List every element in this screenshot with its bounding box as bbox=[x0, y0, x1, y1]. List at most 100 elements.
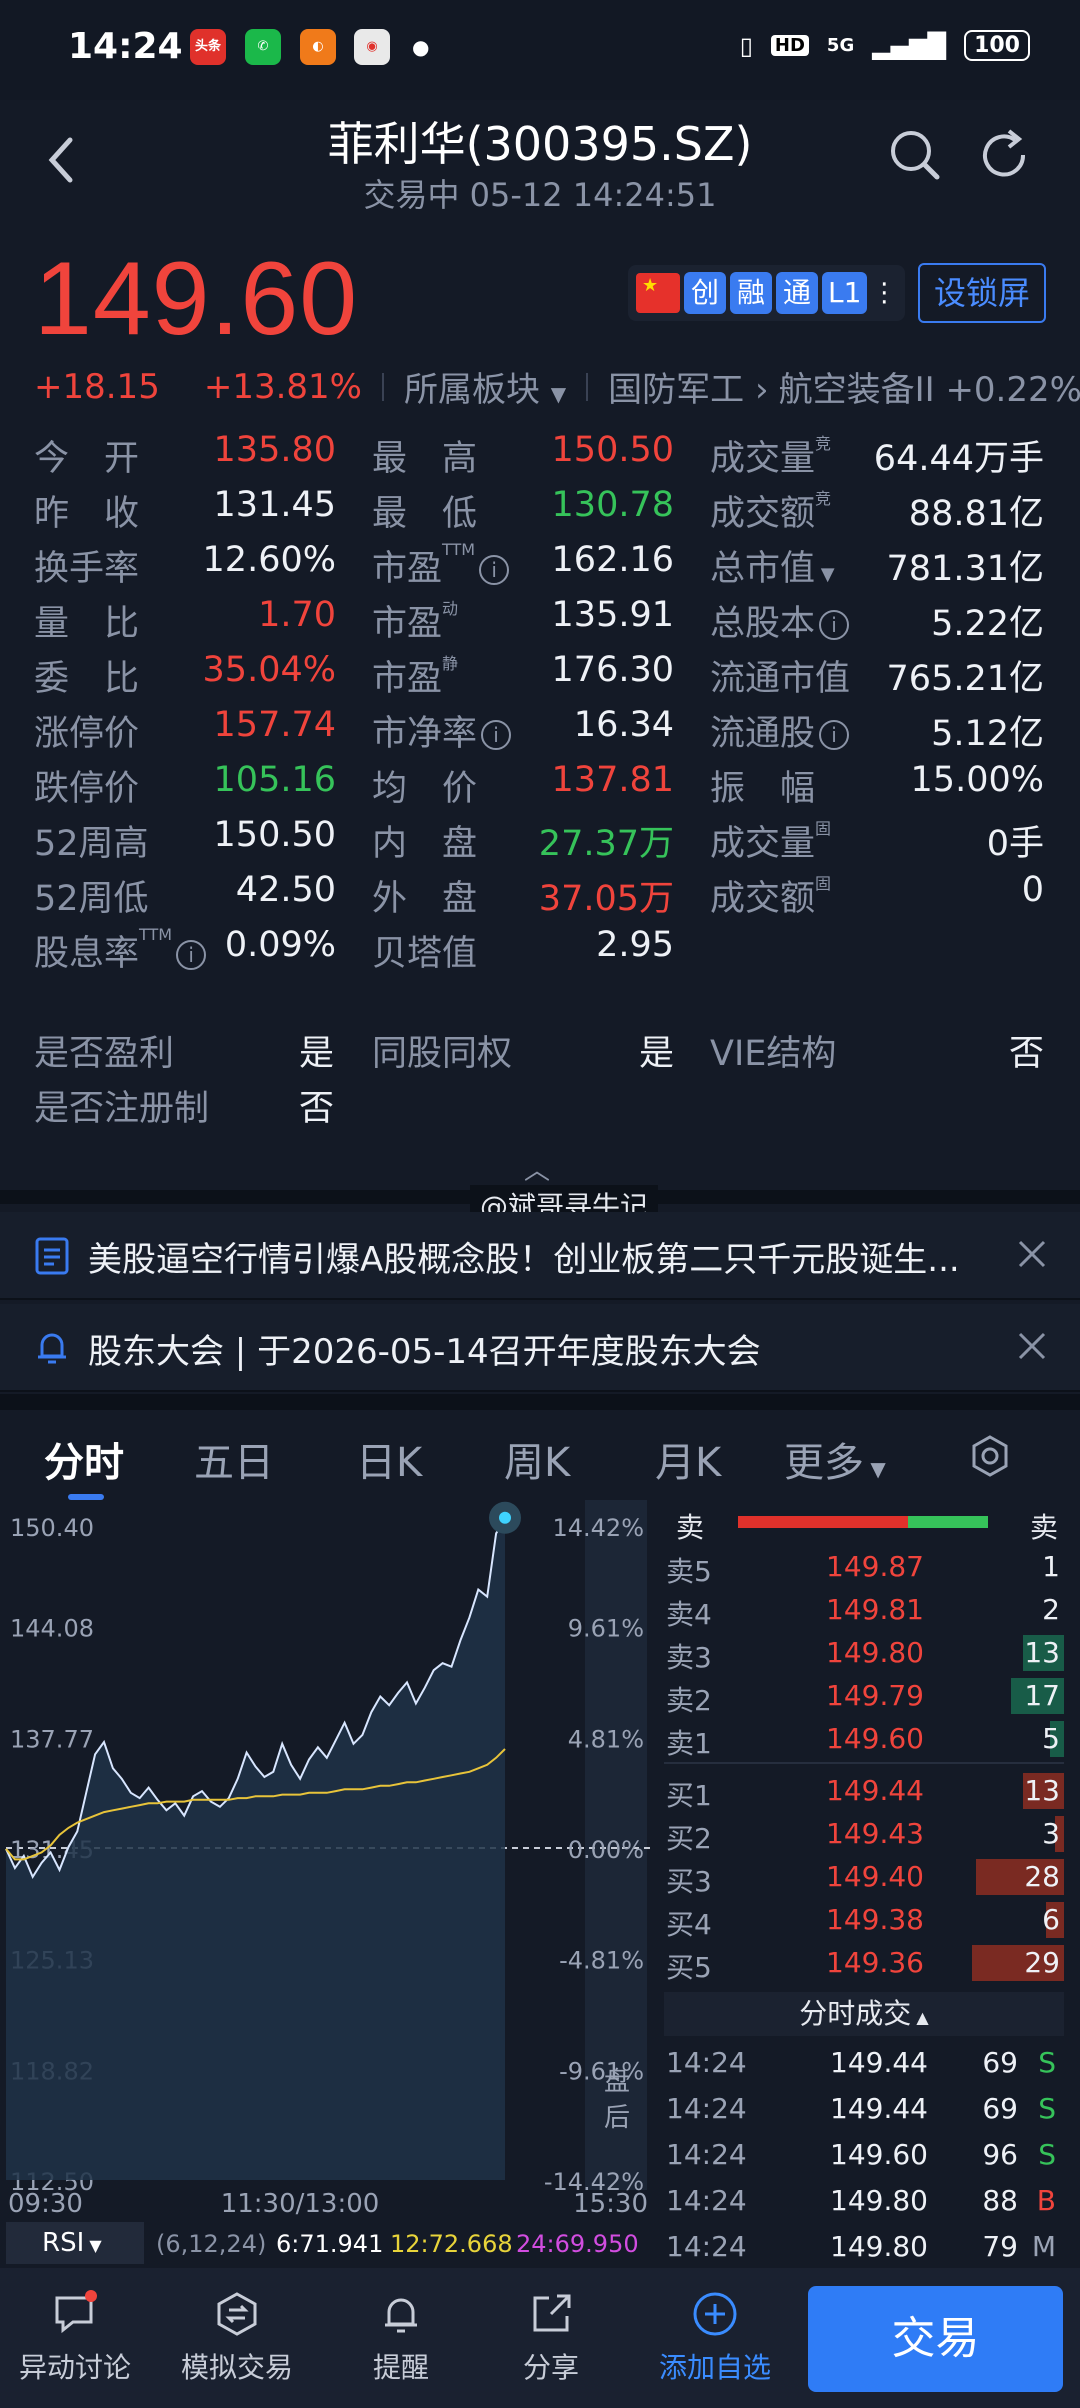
ask-row[interactable]: 卖2 149.79 17 bbox=[664, 1675, 1064, 1718]
flag-value: 否 bbox=[298, 1089, 334, 1129]
ask-row[interactable]: 卖4 149.81 2 bbox=[664, 1589, 1064, 1632]
lock-screen-button[interactable]: 设锁屏 bbox=[918, 263, 1046, 323]
bell-icon bbox=[38, 1333, 66, 1364]
nav-alert[interactable]: 提醒 bbox=[326, 2290, 476, 2386]
tag-connect[interactable]: 通 bbox=[776, 272, 818, 314]
stat-value: 64.44万手 bbox=[873, 439, 1044, 479]
trades-toggle[interactable]: 分时成交 ▲ bbox=[664, 1992, 1064, 2036]
info-icon[interactable]: i bbox=[819, 720, 850, 750]
level-price: 149.81 bbox=[826, 1593, 924, 1626]
ask-row[interactable]: 卖3 149.80 13 bbox=[664, 1632, 1064, 1675]
trade-flag: S bbox=[1038, 2046, 1056, 2079]
bid-row[interactable]: 买5 149.36 29 bbox=[664, 1942, 1064, 1985]
tab-more[interactable]: 更多 ▼ bbox=[784, 1430, 886, 1488]
trade-volume: 69 bbox=[982, 2046, 1018, 2079]
trade-flag: M bbox=[1031, 2230, 1056, 2263]
nav-label: 提醒 bbox=[372, 2351, 429, 2384]
tab-monthly-k[interactable]: 月K bbox=[655, 1430, 721, 1488]
stat-item: 均 价 137.81 bbox=[372, 760, 674, 815]
announcement-item[interactable]: 股东大会 | 于2026-05-14召开年度股东大会 bbox=[0, 1304, 1080, 1392]
stat-item[interactable]: 市盈TTMi 162.16 bbox=[372, 540, 674, 595]
flag-label: 是否盈利 bbox=[34, 1034, 175, 1074]
intraday-chart[interactable]: 150.40 14.42%144.08 9.61%137.77 4.81%131.45… bbox=[0, 1500, 660, 2220]
stat-value: 131.45 bbox=[213, 485, 336, 525]
pct-tick-label: 14.42% bbox=[552, 1514, 644, 1542]
ask-row[interactable]: 卖5 149.87 1 bbox=[664, 1546, 1064, 1589]
level-price: 149.44 bbox=[826, 1774, 924, 1807]
stat-label: 最 高 bbox=[372, 439, 478, 479]
info-icon[interactable]: i bbox=[481, 720, 512, 750]
trade-price: 149.60 bbox=[830, 2138, 928, 2171]
sector-dropdown[interactable]: 所属板块 ▼ bbox=[404, 362, 566, 411]
nav-label: 分享 bbox=[522, 2351, 579, 2384]
flag-label: VIE结构 bbox=[710, 1034, 837, 1074]
close-icon[interactable] bbox=[1014, 1236, 1050, 1272]
tab-weekly-k[interactable]: 周K bbox=[504, 1430, 570, 1488]
last-price: 149.60 bbox=[34, 241, 359, 357]
settings-icon[interactable] bbox=[968, 1434, 1012, 1478]
more-dots-icon[interactable]: ⋮ bbox=[871, 280, 897, 306]
stat-item[interactable]: 总股本 i 5.22亿 bbox=[710, 595, 1044, 650]
indicator-bar: RSI ▼ (6,12,24) 6:71.941 12:72.668 24:69… bbox=[0, 2222, 660, 2266]
stat-label: 昨 收 bbox=[34, 494, 140, 534]
level-label: 卖4 bbox=[666, 1598, 712, 1631]
news-item[interactable]: 美股逼空行情引爆A股概念股！创业板第二只千元股诞生... bbox=[0, 1212, 1080, 1300]
flag-item: 同股同权 是 bbox=[372, 1025, 674, 1080]
trade-row: 14:24 149.60 96 S bbox=[664, 2132, 1064, 2178]
trade-flag: B bbox=[1036, 2184, 1056, 2217]
bid-row[interactable]: 买4 149.38 6 bbox=[664, 1899, 1064, 1942]
tab-daily-k[interactable]: 日K bbox=[356, 1430, 422, 1488]
search-icon[interactable] bbox=[885, 125, 945, 185]
tag-level1[interactable]: L1 bbox=[822, 272, 868, 314]
close-icon[interactable] bbox=[1014, 1328, 1050, 1364]
bid-row[interactable]: 买2 149.43 3 bbox=[664, 1813, 1064, 1856]
tab-five-day[interactable]: 五日 bbox=[194, 1430, 274, 1488]
stat-item: 流通市值 765.21亿 bbox=[710, 650, 1044, 705]
tab-intraday[interactable]: 分时 bbox=[44, 1430, 124, 1488]
info-icon[interactable]: i bbox=[819, 610, 850, 640]
stat-value: 137.81 bbox=[551, 760, 674, 800]
stat-item[interactable]: 流通股 i 5.12亿 bbox=[710, 705, 1044, 760]
bid-row[interactable]: 买3 149.40 28 bbox=[664, 1856, 1064, 1899]
rsi12: 12:72.668 bbox=[390, 2230, 513, 2258]
nav-simulated-trade[interactable]: 模拟交易 bbox=[162, 2290, 312, 2386]
hd-icon: HD bbox=[770, 35, 809, 56]
battery-icon: 100 bbox=[964, 30, 1030, 61]
stat-item[interactable]: 总市值 ▼ 781.31亿 bbox=[710, 540, 1044, 595]
caret-down-icon[interactable]: ▼ bbox=[815, 564, 835, 585]
sell-label-2: 卖 bbox=[1029, 1511, 1058, 1544]
stat-item: 成交量竞 64.44万手 bbox=[710, 430, 1044, 485]
refresh-icon[interactable] bbox=[975, 125, 1035, 185]
level-price: 149.87 bbox=[826, 1550, 924, 1583]
indicator-select[interactable]: RSI ▼ bbox=[6, 2222, 144, 2264]
trade-button[interactable]: 交易 bbox=[808, 2286, 1063, 2392]
stat-item: 昨 收 131.45 bbox=[34, 485, 336, 540]
tag-margin[interactable]: 融 bbox=[730, 272, 772, 314]
stat-item[interactable]: 市净率 i 16.34 bbox=[372, 705, 674, 760]
stat-value: 135.80 bbox=[213, 430, 336, 470]
status-time: 14:24 bbox=[68, 26, 183, 67]
nav-add-watchlist[interactable]: 添加自选 bbox=[640, 2290, 790, 2386]
nav-discussion[interactable]: 异动讨论 bbox=[0, 2290, 150, 2386]
tag-chinext[interactable]: 创 bbox=[684, 272, 726, 314]
stat-label: 成交量竞 bbox=[710, 434, 832, 479]
y-tick-label: 144.08 bbox=[10, 1615, 94, 1643]
pct-tick-label: 4.81% bbox=[568, 1725, 644, 1753]
info-icon[interactable]: i bbox=[176, 940, 207, 970]
stat-item: 成交额固 0 bbox=[710, 870, 1044, 925]
bid-row[interactable]: 买1 149.44 13 bbox=[664, 1770, 1064, 1813]
sector-link-1[interactable]: 国防军工 › bbox=[608, 362, 768, 411]
trade-time: 14:24 bbox=[666, 2230, 747, 2263]
sector-link-2[interactable]: 航空装备II +0.22% › bbox=[779, 362, 1080, 411]
stat-label: 外 盘 bbox=[372, 879, 478, 919]
rsi6: 6:71.941 bbox=[276, 2230, 384, 2258]
info-icon[interactable]: i bbox=[479, 555, 510, 585]
stat-value: 781.31亿 bbox=[886, 549, 1044, 589]
collapse-icon[interactable]: ︿ bbox=[524, 1150, 550, 1187]
level-qty: 6 bbox=[1042, 1903, 1060, 1936]
ask-row[interactable]: 卖1 149.60 5 bbox=[664, 1718, 1064, 1761]
order-book-header: 卖 卖 bbox=[664, 1500, 1064, 1544]
nav-share[interactable]: 分享 bbox=[476, 2290, 626, 2386]
trade-row: 14:24 149.80 88 B bbox=[664, 2178, 1064, 2224]
stat-item[interactable]: 股息率TTMi 0.09% bbox=[34, 925, 336, 980]
